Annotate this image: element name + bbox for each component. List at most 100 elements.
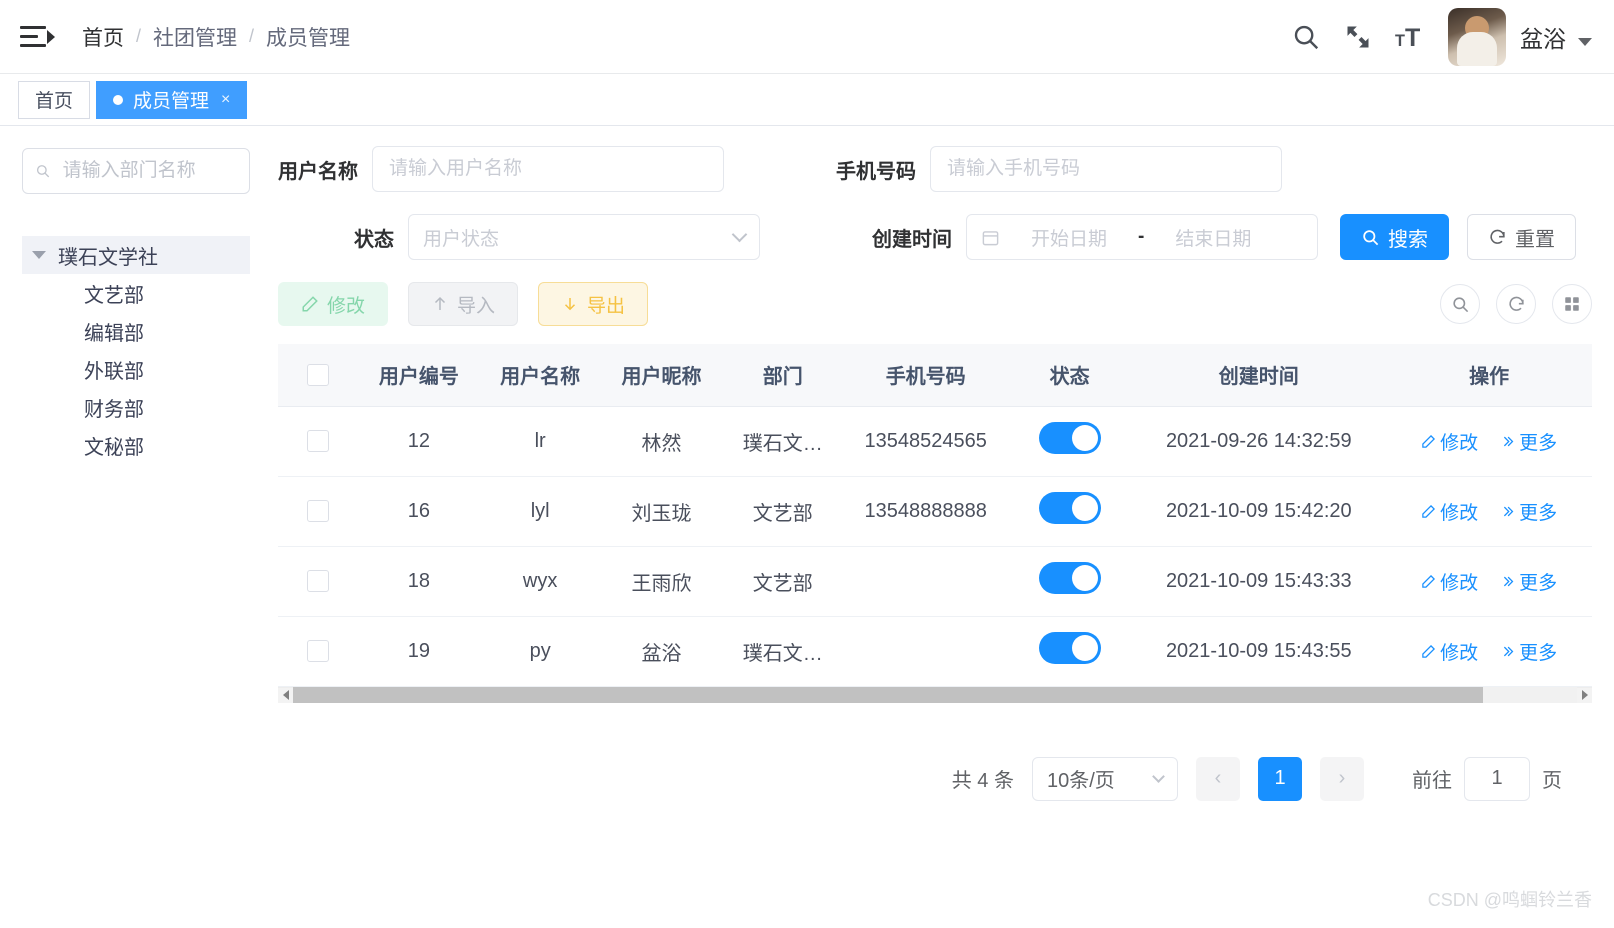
toggle-search-icon[interactable]	[1440, 284, 1480, 324]
chevron-down-icon[interactable]	[1578, 37, 1592, 46]
row-edit-link[interactable]: 修改	[1421, 498, 1478, 525]
column-header-username: 用户名称	[479, 344, 601, 407]
cell-nickname: 王雨欣	[600, 546, 723, 617]
reset-button-label: 重置	[1515, 228, 1555, 251]
tree-node-label: 璞石文学社	[58, 246, 158, 269]
scrollbar-thumb[interactable]	[293, 687, 1483, 703]
cell-username: lyl	[479, 476, 601, 547]
scrollbar-track[interactable]	[1483, 687, 1577, 703]
row-more-link[interactable]: 更多	[1500, 428, 1557, 455]
jump-page-input[interactable]: 1	[1464, 756, 1530, 801]
select-all-checkbox[interactable]	[307, 363, 330, 386]
avatar[interactable]	[1448, 7, 1506, 66]
row-more-link[interactable]: 更多	[1500, 498, 1557, 525]
upload-icon	[434, 296, 446, 310]
row-edit-link[interactable]: 修改	[1421, 638, 1478, 665]
fullscreen-icon[interactable]	[1332, 11, 1384, 63]
date-range-picker[interactable]: 开始日期 - 结束日期	[966, 214, 1318, 260]
phone-input[interactable]	[945, 157, 1267, 181]
tree-node-child[interactable]: 编辑部	[22, 312, 250, 350]
tab-home[interactable]: 首页	[18, 80, 91, 119]
double-chevron-right-icon	[1504, 646, 1514, 656]
tree-node-root[interactable]: 璞石文学社	[22, 236, 250, 274]
import-button[interactable]: 导入	[408, 282, 519, 326]
pagination-prev-button[interactable]: ‹	[1196, 756, 1240, 801]
row-checkbox[interactable]	[307, 500, 330, 523]
edit-button[interactable]: 修改	[278, 282, 389, 326]
tree-node-child[interactable]: 财务部	[22, 388, 250, 426]
phone-input-wrapper[interactable]	[930, 146, 1282, 192]
pagination-page-1[interactable]: 1	[1258, 756, 1302, 801]
cell-phone	[843, 546, 1008, 617]
chevron-down-icon	[731, 226, 748, 243]
font-size-icon[interactable]: T T	[1384, 11, 1436, 63]
search-button[interactable]: 搜索	[1340, 214, 1449, 260]
cell-id: 12	[358, 406, 480, 477]
page-size-select[interactable]: 10条/页	[1032, 756, 1178, 801]
hamburger-line	[20, 26, 46, 29]
username-input[interactable]	[387, 157, 709, 181]
reset-button[interactable]: 重置	[1467, 214, 1576, 260]
status-toggle[interactable]	[1038, 632, 1101, 664]
table-header-row: 用户编号 用户名称 用户昵称 部门 手机号码 状态 创建时间 操作	[278, 344, 1592, 407]
search-icon[interactable]	[1280, 11, 1332, 63]
department-search-input[interactable]	[60, 159, 237, 183]
chevron-down-icon[interactable]	[32, 251, 46, 259]
row-select-cell	[278, 546, 359, 617]
tab-bar: 首页 成员管理 ×	[0, 74, 1614, 126]
table-row[interactable]: 12 lr 林然 璞石文… 13548524565 2021-09-26 14:…	[278, 406, 1592, 477]
row-checkbox[interactable]	[307, 640, 330, 663]
table-toolbar-icons	[1440, 284, 1592, 324]
row-edit-link[interactable]: 修改	[1421, 568, 1478, 595]
status-select[interactable]: 用户状态	[408, 214, 760, 260]
breadcrumb-item-club-management[interactable]: 社团管理	[153, 22, 237, 52]
scroll-left-arrow-icon[interactable]	[278, 687, 293, 703]
tab-active-dot-icon	[113, 94, 124, 105]
tree-node-child[interactable]: 外联部	[22, 350, 250, 388]
cell-created: 2021-10-09 15:42:20	[1131, 476, 1387, 547]
cell-status	[1007, 476, 1132, 547]
tree-node-child[interactable]: 文艺部	[22, 274, 250, 312]
status-toggle[interactable]	[1038, 422, 1101, 454]
status-toggle[interactable]	[1038, 562, 1101, 594]
department-tree: 璞石文学社 文艺部 编辑部 外联部 财务部 文秘部	[22, 236, 250, 464]
navbar-actions: T T 盆浴	[1280, 7, 1592, 66]
page-size-label: 10条/页	[1047, 770, 1115, 792]
status-toggle[interactable]	[1038, 492, 1101, 524]
row-checkbox[interactable]	[307, 570, 330, 593]
export-button[interactable]: 导出	[538, 282, 649, 326]
search-icon	[1363, 229, 1379, 245]
cell-actions: 修改 更多	[1386, 476, 1592, 547]
username-input-wrapper[interactable]	[372, 146, 724, 192]
table-horizontal-scrollbar[interactable]	[278, 686, 1592, 703]
column-settings-icon[interactable]	[1552, 284, 1592, 324]
row-more-link[interactable]: 更多	[1500, 568, 1557, 595]
hamburger-fold-icon[interactable]	[20, 20, 55, 54]
table-row[interactable]: 16 lyl 刘玉珑 文艺部 13548888888 2021-10-09 15…	[278, 476, 1592, 547]
search-form-row-2: 状态 用户状态 创建时间 开始日期 - 结束日期 搜索 重置	[278, 214, 1592, 260]
tab-member-management[interactable]: 成员管理 ×	[96, 80, 248, 119]
department-search-box[interactable]	[22, 148, 250, 194]
pagination-next-button[interactable]: ›	[1320, 756, 1364, 801]
row-more-link[interactable]: 更多	[1500, 638, 1557, 665]
table-row[interactable]: 19 py 盆浴 璞石文… 2021-10-09 15:43:55 修改 更多	[278, 616, 1592, 687]
breadcrumb-item-member-management[interactable]: 成员管理	[266, 22, 350, 52]
row-edit-link[interactable]: 修改	[1421, 428, 1478, 455]
row-checkbox[interactable]	[307, 430, 330, 453]
breadcrumb-item-home[interactable]: 首页	[82, 22, 124, 52]
top-navbar: 首页 / 社团管理 / 成员管理 T T 盆浴	[0, 0, 1614, 74]
tree-node-label: 编辑部	[84, 322, 144, 345]
user-name[interactable]: 盆浴	[1520, 20, 1566, 54]
cell-id: 18	[358, 546, 480, 617]
scroll-right-arrow-icon[interactable]	[1577, 687, 1592, 703]
tree-node-label: 财务部	[84, 398, 144, 421]
table-row[interactable]: 18 wyx 王雨欣 文艺部 2021-10-09 15:43:33 修改 更多	[278, 546, 1592, 617]
refresh-icon[interactable]	[1496, 284, 1536, 324]
row-more-label: 更多	[1519, 502, 1558, 524]
row-more-label: 更多	[1519, 572, 1558, 594]
close-icon[interactable]: ×	[221, 91, 230, 109]
tree-node-child[interactable]: 文秘部	[22, 426, 250, 464]
field-label: 创建时间	[872, 228, 952, 251]
search-icon	[36, 165, 50, 178]
row-edit-label: 修改	[1440, 502, 1479, 524]
